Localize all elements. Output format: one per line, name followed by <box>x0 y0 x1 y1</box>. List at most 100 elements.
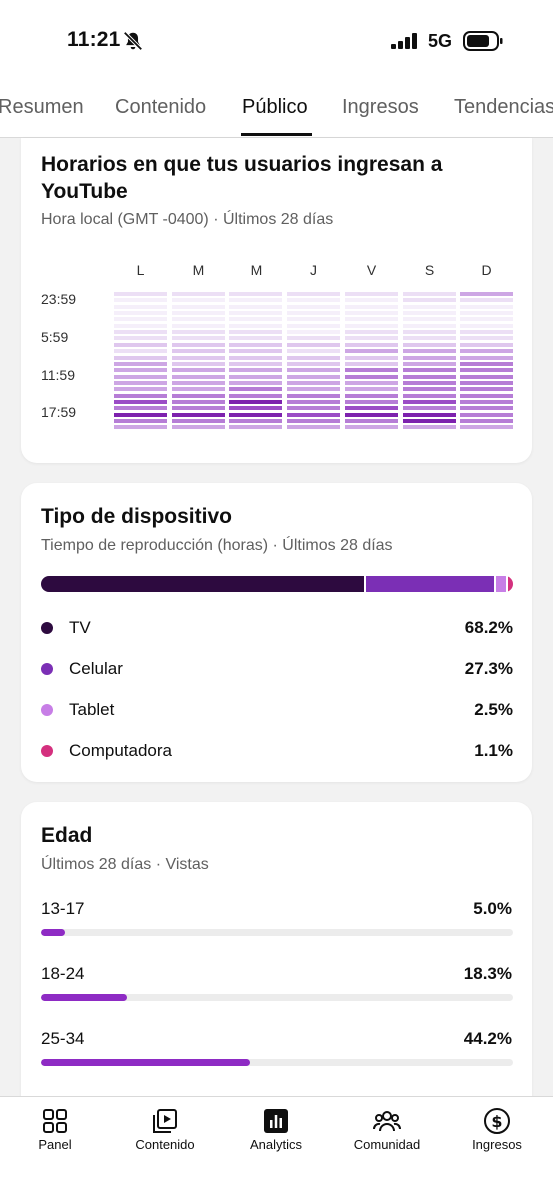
age-bar-fill <box>41 994 128 1001</box>
heatmap-cell <box>402 361 456 366</box>
heatmap-cell <box>287 311 341 316</box>
nav-ingresos[interactable]: $ Ingresos <box>442 1097 552 1167</box>
day-label: M <box>192 262 205 278</box>
heatmap-cell <box>344 419 398 423</box>
heatmap-cell <box>402 425 456 430</box>
heatmap-cell <box>402 374 456 379</box>
tab-ingresos[interactable]: Ingresos <box>342 96 419 119</box>
nav-contenido[interactable]: Contenido <box>110 1097 220 1167</box>
heatmap-cell <box>402 342 456 347</box>
device-card-title: Tipo de dispositivo <box>41 505 232 528</box>
heatmap-cell <box>460 336 514 341</box>
heatmap-cell <box>229 330 283 335</box>
hour-label: 23:59 <box>41 291 77 307</box>
device-name: TV <box>69 618 91 637</box>
heatmap-cell <box>114 406 167 411</box>
heatmap-cell <box>114 399 167 404</box>
heatmap-cell <box>287 393 341 398</box>
heatmap-cell <box>460 387 514 392</box>
heatmap-cell <box>402 298 456 303</box>
heatmap-cell <box>402 393 456 398</box>
heatmap-cell <box>287 406 341 411</box>
heatmap-cell <box>287 374 341 379</box>
heatmap-cell <box>114 425 167 430</box>
heatmap-cell <box>171 374 225 379</box>
heatmap-cell <box>229 323 283 328</box>
nav-label: Panel <box>38 1137 72 1152</box>
day-label: L <box>136 262 145 278</box>
viewer-hours-card: Horarios en que tus usuarios ingresan a … <box>21 138 532 463</box>
heatmap-cell <box>344 380 398 385</box>
heatmap-cell <box>460 349 514 354</box>
heatmap-cell <box>344 304 398 309</box>
day-label: M <box>250 262 263 278</box>
bell-muted-icon <box>123 31 143 51</box>
device-row-celular: Celular 27.3% <box>41 658 513 680</box>
heatmap-cell <box>171 368 225 373</box>
device-share-segment <box>495 576 506 592</box>
heatmap-cell <box>287 323 341 328</box>
tab-contenido[interactable]: Contenido <box>115 96 206 119</box>
heatmap-cell <box>114 380 167 385</box>
heatmap-cell <box>114 311 167 316</box>
heatmap-cell <box>114 412 167 417</box>
heatmap-cell <box>229 342 283 347</box>
heatmap-cell <box>229 393 283 398</box>
heatmap-cell <box>344 355 398 360</box>
heatmap-cell <box>402 406 456 411</box>
nav-panel[interactable]: Panel <box>0 1097 110 1167</box>
heatmap-cell <box>402 323 456 328</box>
heatmap-cell <box>229 425 283 430</box>
heatmap-cell <box>344 393 398 398</box>
device-card-subtitle: Tiempo de reproducción (horas) · Últimos… <box>41 537 393 554</box>
heatmap-cell <box>402 419 456 423</box>
heatmap-cell <box>344 387 398 392</box>
heatmap-cell <box>460 399 514 404</box>
heatmap-cell <box>171 412 225 417</box>
legend-dot <box>41 745 53 757</box>
device-row-tv: TV 68.2% <box>41 617 513 639</box>
heatmap-cell <box>114 298 167 303</box>
heatmap-cell <box>402 317 456 322</box>
heatmap-cell <box>402 399 456 404</box>
device-row-tablet: Tablet 2.5% <box>41 699 513 721</box>
heatmap-cell <box>460 361 514 366</box>
heatmap-cell <box>287 412 341 417</box>
tab-tendencias[interactable]: Tendencias <box>454 96 553 119</box>
heatmap-cell <box>171 330 225 335</box>
heatmap-cell <box>229 380 283 385</box>
device-name: Computadora <box>69 741 173 760</box>
hour-label: 5:59 <box>41 329 69 345</box>
heatmap-cell <box>287 361 341 366</box>
device-percent: 2.5% <box>474 700 513 719</box>
signal-icon <box>391 33 417 49</box>
heatmap-cell <box>229 374 283 379</box>
nav-analytics[interactable]: Analytics <box>221 1097 331 1167</box>
device-share-segment <box>41 576 364 592</box>
dollar-circle-icon: $ <box>484 1108 510 1134</box>
heatmap-cell <box>229 399 283 404</box>
heatmap-cell <box>460 374 514 379</box>
heatmap-cell <box>229 368 283 373</box>
legend-dot <box>41 622 53 634</box>
heatmap-cell <box>287 298 341 303</box>
nav-comunidad[interactable]: Comunidad <box>332 1097 442 1167</box>
tab-resumen[interactable]: Resumen <box>0 96 84 119</box>
hour-label: 11:59 <box>41 367 75 383</box>
heatmap-cell <box>229 355 283 360</box>
day-label: V <box>366 262 377 278</box>
heatmap-cell <box>344 317 398 322</box>
hour-label: 17:59 <box>41 404 77 420</box>
tab-publico[interactable]: Público <box>242 96 308 119</box>
heatmap-cell <box>402 368 456 373</box>
heatmap-cell <box>114 349 167 354</box>
status-time: 11:21 <box>67 28 121 51</box>
day-label: D <box>481 262 492 278</box>
network-label: 5G <box>428 31 453 51</box>
heatmap-cell <box>287 342 341 347</box>
heatmap-cell <box>402 349 456 354</box>
device-type-card: Tipo de dispositivo Tiempo de reproducci… <box>21 483 532 782</box>
heatmap-cell <box>171 419 225 423</box>
age-bar-fill <box>41 1059 250 1066</box>
heatmap-cell <box>171 298 225 303</box>
